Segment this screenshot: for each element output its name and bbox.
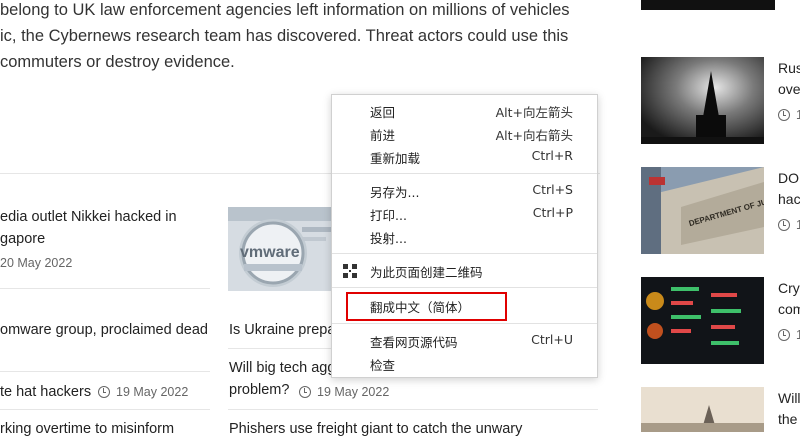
menu-separator bbox=[332, 287, 597, 288]
intro-line: commuters or destroy evidence. bbox=[0, 53, 235, 71]
intro-line: ic, the Cybernews research team has disc… bbox=[0, 27, 569, 45]
clock-icon bbox=[778, 329, 790, 341]
kremlin-image bbox=[641, 57, 764, 144]
intro-line: belong to UK law enforcement agencies le… bbox=[0, 1, 570, 19]
divider bbox=[228, 348, 332, 349]
menu-item-reload[interactable]: 重新加载 Ctrl+R bbox=[332, 145, 597, 168]
menu-separator bbox=[332, 323, 597, 324]
related-date: 19 May 2022 bbox=[299, 385, 389, 399]
related-title[interactable]: edia outlet Nikkei hacked in gapore bbox=[0, 206, 177, 250]
menu-item-view-source[interactable]: 查看网页源代码 Ctrl+U bbox=[332, 329, 597, 352]
menu-item-inspect[interactable]: 检查 bbox=[332, 352, 597, 375]
menu-item-cast[interactable]: 投射... bbox=[332, 225, 597, 248]
related-title[interactable]: Is Ukraine prepar bbox=[229, 319, 340, 341]
qr-code-icon bbox=[343, 264, 357, 278]
clock-icon bbox=[98, 386, 110, 398]
menu-separator bbox=[332, 253, 597, 254]
divider bbox=[228, 409, 598, 410]
doj-thumbnail[interactable]: DEPARTMENT OF JUSTICE bbox=[641, 167, 764, 254]
divider bbox=[0, 409, 210, 410]
sidebar-title[interactable]: DO. hac bbox=[778, 168, 800, 210]
crypto-image bbox=[641, 277, 764, 364]
related-title[interactable]: Phishers use freight giant to catch the … bbox=[229, 418, 522, 440]
menu-item-back[interactable]: 返回 Alt+向左箭头 bbox=[332, 99, 597, 122]
translate-highlight-box bbox=[346, 292, 507, 321]
related-date: 19 May 2022 bbox=[98, 385, 188, 399]
crypto-thumbnail[interactable] bbox=[641, 277, 764, 364]
kremlin-thumbnail[interactable] bbox=[641, 57, 764, 144]
related-title[interactable]: omware group, proclaimed dead bbox=[0, 319, 208, 341]
clock-icon bbox=[299, 386, 311, 398]
menu-item-print[interactable]: 打印... Ctrl+P bbox=[332, 202, 597, 225]
menu-item-forward[interactable]: 前进 Alt+向右箭头 bbox=[332, 122, 597, 145]
sidebar-top-image[interactable] bbox=[641, 0, 775, 10]
context-menu: 返回 Alt+向左箭头 前进 Alt+向右箭头 重新加载 Ctrl+R 另存为... C… bbox=[331, 94, 598, 378]
clock-icon bbox=[778, 219, 790, 231]
menu-separator bbox=[332, 173, 597, 174]
sidebar-title[interactable]: Cryp com bbox=[778, 278, 800, 320]
clock-icon bbox=[778, 109, 790, 121]
sidebar-title[interactable]: Will the bbox=[778, 388, 800, 430]
related-date: 20 May 2022 bbox=[0, 256, 73, 270]
sidebar-title[interactable]: Rus ove bbox=[778, 58, 800, 100]
menu-item-save-as[interactable]: 另存为... Ctrl+S bbox=[332, 179, 597, 202]
divider bbox=[0, 288, 210, 289]
related-title[interactable]: rking overtime to misinform bbox=[0, 418, 174, 440]
vmware-logo-text: vmware bbox=[240, 244, 300, 261]
tech-thumbnail[interactable] bbox=[641, 387, 764, 432]
sidebar-date: 1 bbox=[778, 108, 800, 122]
tech-image bbox=[641, 387, 764, 432]
related-title[interactable]: te hat hackers bbox=[0, 381, 91, 403]
sidebar-date: 1 bbox=[778, 328, 800, 342]
sidebar-date: 1 bbox=[778, 218, 800, 232]
article-intro: belong to UK law enforcement agencies le… bbox=[0, 0, 600, 75]
divider bbox=[0, 371, 210, 372]
vmware-thumbnail[interactable]: vmware bbox=[228, 207, 332, 291]
menu-item-create-qr[interactable]: 为此页面创建二维码 bbox=[332, 259, 597, 282]
